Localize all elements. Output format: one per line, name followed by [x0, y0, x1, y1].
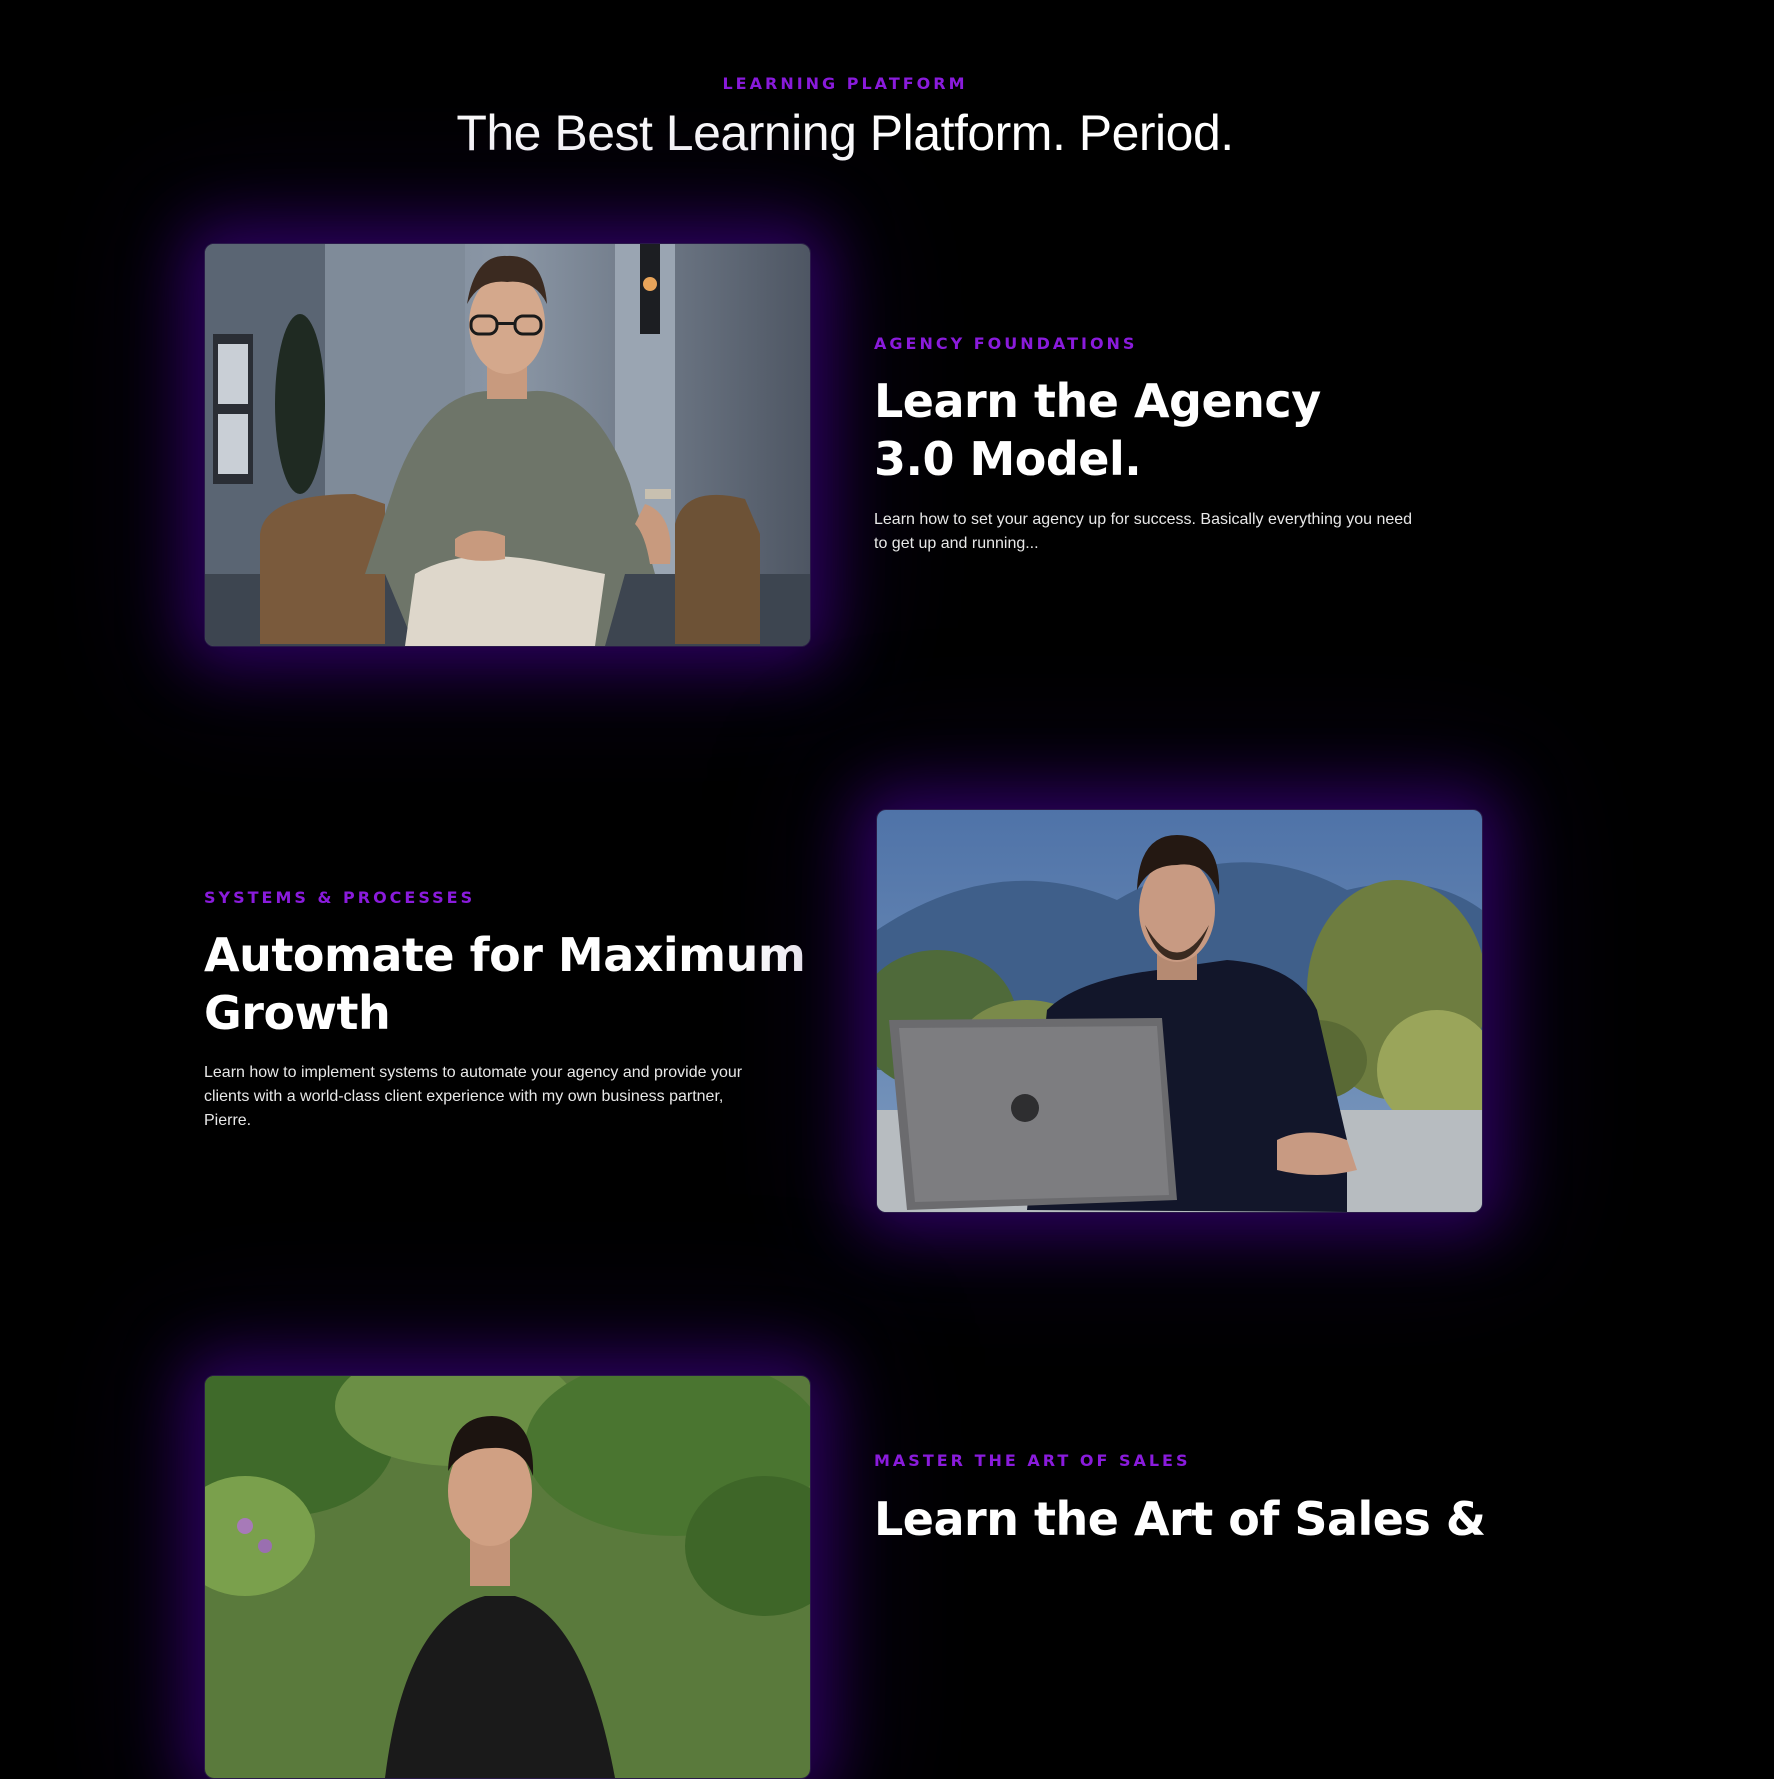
section-title: Learn the Art of Sales &: [874, 1490, 1486, 1548]
man-in-chair-photo: [205, 244, 810, 646]
description-line: Learn how to set your agency up for succ…: [874, 511, 1413, 528]
section-title: Learn the Agency 3.0 Model.: [874, 372, 1321, 488]
course-image-art-of-sales: [204, 1375, 811, 1779]
man-with-laptop-photo: [877, 810, 1482, 1212]
section-eyebrow: MASTER THE ART OF SALES: [874, 1451, 1191, 1470]
page-title: The Best Learning Platform. Period.: [456, 105, 1234, 161]
section-eyebrow: SYSTEMS & PROCESSES: [204, 888, 476, 907]
description-line: to get up and running...: [874, 535, 1039, 552]
description-line: Pierre.: [204, 1112, 252, 1129]
section-description: Learn how to implement systems to automa…: [204, 1061, 742, 1133]
section-title: Automate for Maximum Growth: [204, 926, 806, 1042]
section-title-line: 3.0 Model.: [874, 432, 1142, 486]
section-title-line: Growth: [204, 986, 391, 1040]
section-description: Learn how to set your agency up for succ…: [874, 508, 1412, 556]
description-line: Learn how to implement systems to automa…: [204, 1064, 743, 1081]
section-title-line: Automate for Maximum: [204, 928, 806, 982]
description-line: clients with a world-class client experi…: [204, 1088, 724, 1105]
course-image-systems-processes: [876, 809, 1483, 1213]
section-title-line: Learn the Agency: [874, 374, 1321, 428]
man-outdoors-photo: [205, 1376, 810, 1778]
section-eyebrow: LEARNING PLATFORM: [722, 74, 968, 93]
section-title-line: Learn the Art of Sales &: [874, 1492, 1486, 1546]
section-eyebrow: AGENCY FOUNDATIONS: [874, 334, 1138, 353]
course-image-agency-foundations: [204, 243, 811, 647]
